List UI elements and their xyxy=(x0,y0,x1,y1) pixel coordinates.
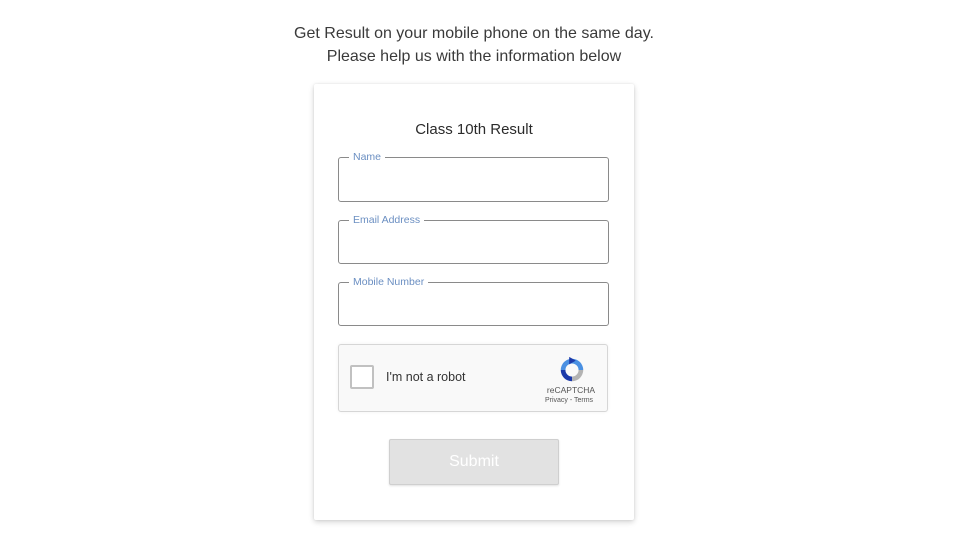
recaptcha-brand: reCAPTCHA xyxy=(546,385,596,395)
recaptcha-terms-link[interactable]: Terms xyxy=(574,397,593,404)
name-field-label: Name xyxy=(349,150,386,164)
intro-line-2: Please help us with the information belo… xyxy=(326,48,622,65)
submit-button[interactable]: Submit xyxy=(389,439,559,485)
form-title: Class 10th Result xyxy=(415,121,533,138)
result-form-card: Class 10th Result Name Email Address Mob… xyxy=(314,84,634,520)
recaptcha-checkbox[interactable] xyxy=(350,365,374,389)
page: Get Result on your mobile phone on the s… xyxy=(0,0,960,540)
mobile-number-field[interactable]: Mobile Number xyxy=(338,275,609,326)
recaptcha-logo-icon xyxy=(560,356,584,382)
recaptcha-links: Privacy - Terms xyxy=(533,397,605,404)
intro-line-1: Get Result on your mobile phone on the s… xyxy=(294,25,654,42)
mobile-number-field-label: Mobile Number xyxy=(349,275,429,289)
name-input[interactable] xyxy=(349,170,601,194)
email-input[interactable] xyxy=(349,233,601,257)
email-field-label: Email Address xyxy=(349,213,425,227)
intro-text: Get Result on your mobile phone on the s… xyxy=(0,22,948,68)
name-field[interactable]: Name xyxy=(338,150,609,202)
mobile-number-input[interactable] xyxy=(349,295,601,319)
email-field[interactable]: Email Address xyxy=(338,213,609,264)
recaptcha-label: I'm not a robot xyxy=(386,370,466,384)
recaptcha-privacy-link[interactable]: Privacy xyxy=(545,397,568,404)
recaptcha-widget: I'm not a robot reCAPTCHA Privacy - Term… xyxy=(338,344,608,412)
